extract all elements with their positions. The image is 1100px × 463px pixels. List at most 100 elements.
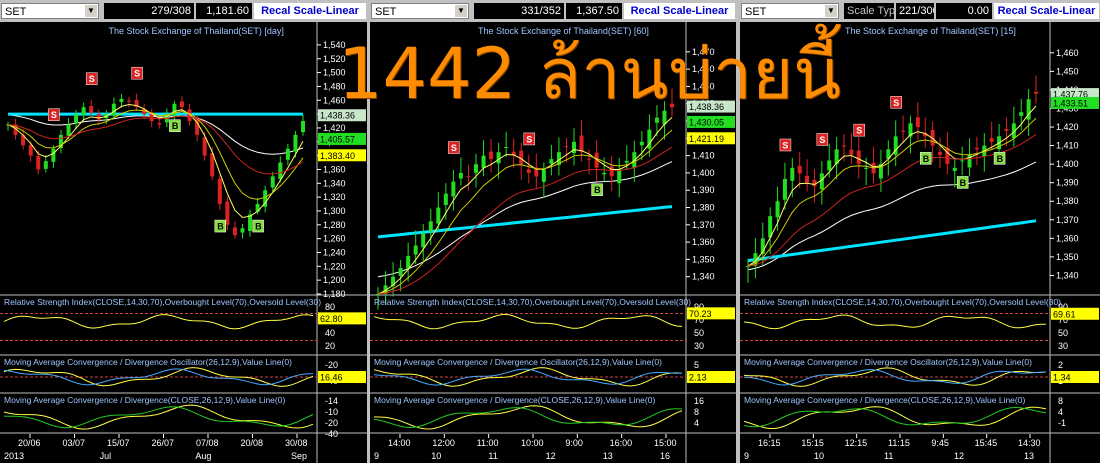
candle-body <box>915 117 920 128</box>
record-counter: 331/352 <box>474 3 564 19</box>
candle-body <box>89 105 94 113</box>
signal-label: S <box>782 140 788 150</box>
x-period-label: 13 <box>1024 451 1034 461</box>
x-tick-label: 11:15 <box>888 438 910 448</box>
price-tick-label: 1,300 <box>323 206 346 216</box>
chart-title: The Stock Exchange of Thailand(SET) [day… <box>109 26 284 36</box>
candle-body <box>474 164 478 173</box>
x-period-label: 12 <box>954 451 964 461</box>
candle-body <box>579 135 584 153</box>
x-tick-label: 20/06 <box>18 438 41 448</box>
candle-body <box>1004 128 1009 131</box>
symbol-select[interactable]: SET ▼ <box>1 3 99 19</box>
candle-body <box>974 147 979 150</box>
price-tick-label: 1,520 <box>323 54 346 64</box>
chevron-down-icon[interactable]: ▼ <box>455 5 467 17</box>
rsi-tick-label: 20 <box>325 341 335 351</box>
candle-body <box>278 162 283 180</box>
candle-body <box>436 207 441 224</box>
symbol-select[interactable]: SET ▼ <box>371 3 469 19</box>
chevron-down-icon[interactable]: ▼ <box>85 5 97 17</box>
macd-tick-label: -14 <box>325 396 338 406</box>
macd-tick-label: -10 <box>325 407 338 417</box>
chevron-down-icon[interactable]: ▼ <box>825 5 837 17</box>
price-tick-label: 1,320 <box>323 192 346 202</box>
price-tick-label: 1,380 <box>1056 196 1079 206</box>
price-tick-label: 1,470 <box>692 47 715 57</box>
x-tick-label: 11:00 <box>477 438 499 448</box>
price-readout: 1,181.60 <box>196 3 252 19</box>
macd-title: Moving Average Convergence / Divergence(… <box>374 395 655 405</box>
price-label: 1,438.36 <box>689 102 724 112</box>
candle-body <box>232 227 237 236</box>
candle-body <box>901 130 906 132</box>
x-period-label: 9 <box>744 451 749 461</box>
x-period-label: 9 <box>374 451 379 461</box>
candle-body <box>496 152 501 164</box>
price-label: 1,438.36 <box>320 111 355 121</box>
x-tick-label: 30/08 <box>285 438 308 448</box>
symbol-value: SET <box>5 6 27 18</box>
osc-value: 2.13 <box>689 373 707 383</box>
signal-label: S <box>819 135 825 145</box>
chart-title: The Stock Exchange of Thailand(SET) [60] <box>478 26 649 36</box>
candle-body <box>293 134 298 152</box>
signal-label: B <box>255 222 262 232</box>
price-tick-label: 1,370 <box>1056 215 1079 225</box>
signal-label: B <box>923 154 930 164</box>
candle-body <box>36 156 41 170</box>
candle-body <box>790 167 795 181</box>
recal-scale-button[interactable]: Recal Scale-Linear <box>254 3 366 19</box>
candle-body <box>849 149 854 155</box>
signal-label: B <box>997 154 1004 164</box>
candle-body <box>481 155 486 169</box>
price-tick-label: 1,340 <box>323 178 346 188</box>
rsi-tick-label: 50 <box>694 328 704 338</box>
candle-body <box>28 144 33 156</box>
signal-label: B <box>172 121 179 131</box>
price-tick-label: 1,340 <box>692 272 715 282</box>
price-tick-label: 1,460 <box>692 64 715 74</box>
price-label: 1,405.57 <box>320 134 355 144</box>
candle-body <box>270 176 275 188</box>
x-tick-label: 16:15 <box>758 438 781 448</box>
signal-label: S <box>451 143 457 153</box>
candle-body <box>466 176 471 178</box>
price-tick-label: 1,180 <box>323 289 346 299</box>
rsi-value: 70.23 <box>689 309 712 319</box>
recal-scale-button[interactable]: Recal Scale-Linear <box>994 3 1099 19</box>
rsi-tick-label: 30 <box>694 341 704 351</box>
x-period-label: 11 <box>884 451 893 461</box>
candle-body <box>443 193 448 205</box>
price-label: 1,383.40 <box>320 151 355 161</box>
candle-body <box>172 103 177 117</box>
x-tick-label: 15:15 <box>801 438 824 448</box>
candle-body <box>119 98 124 103</box>
x-period-label: Jul <box>100 451 112 461</box>
signal-label: S <box>893 98 899 108</box>
chart-area: The Stock Exchange of Thailand(SET) [day… <box>0 22 367 463</box>
price-tick-label: 1,450 <box>692 81 715 91</box>
signal-label: S <box>526 134 532 144</box>
price-tick-label: 1,450 <box>1056 66 1079 76</box>
recal-scale-button[interactable]: Recal Scale-Linear <box>624 3 735 19</box>
price-tick-label: 1,460 <box>1056 48 1079 58</box>
x-tick-label: 15:00 <box>654 438 677 448</box>
x-tick-label: 07/08 <box>196 438 219 448</box>
price-tick-label: 1,220 <box>323 261 346 271</box>
candle-body <box>541 169 546 182</box>
candle-body <box>217 178 222 205</box>
macd-osc-title: Moving Average Convergence / Divergence … <box>4 357 292 367</box>
candle-body <box>960 160 965 162</box>
candle-body <box>938 152 942 155</box>
rsi-tick-label: 80 <box>325 302 335 312</box>
record-counter: 221/300 <box>896 3 934 19</box>
chart-panel-15: SET ▼ Scale Typ 221/300 0.00 Recal Scale… <box>740 0 1100 463</box>
x-tick-label: 10:00 <box>521 438 544 448</box>
x-tick-label: 16:00 <box>610 438 633 448</box>
candle-body <box>952 167 957 171</box>
symbol-select[interactable]: SET ▼ <box>741 3 839 19</box>
macd-title: Moving Average Convergence / Divergence(… <box>744 395 1025 405</box>
candle-body <box>66 124 71 136</box>
signal-label: S <box>89 74 95 84</box>
